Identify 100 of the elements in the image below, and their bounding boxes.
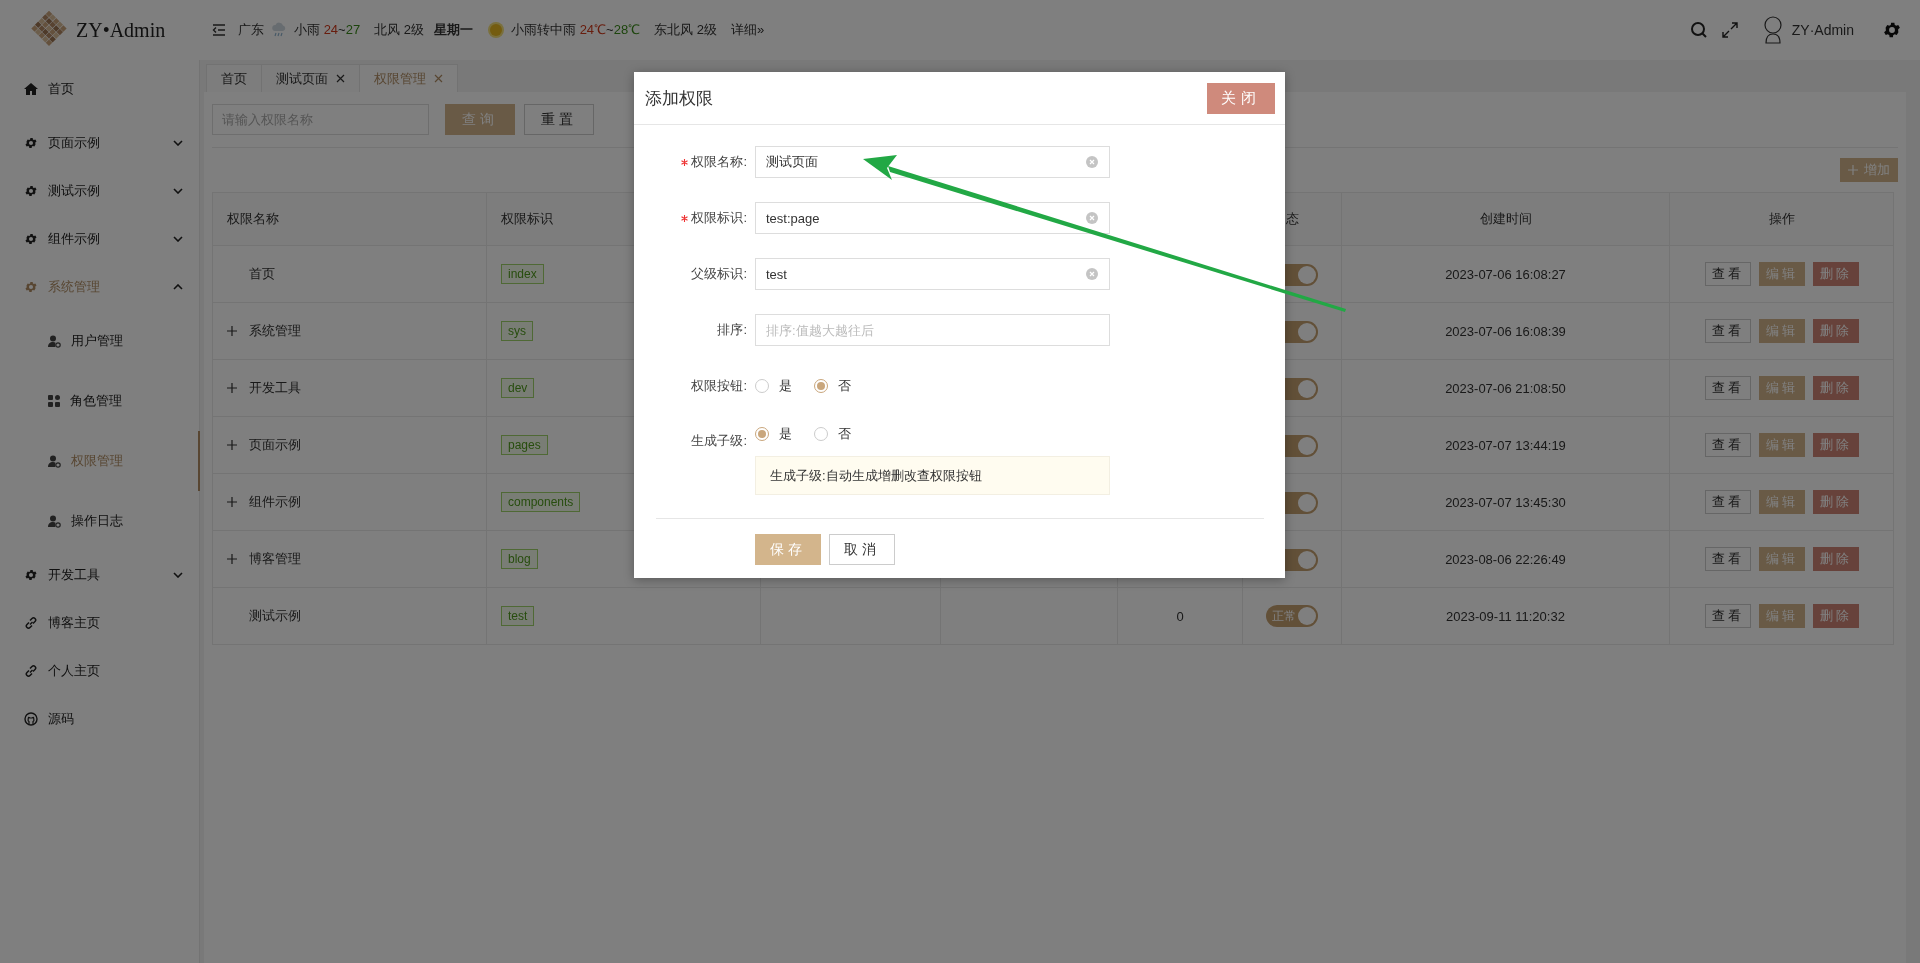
permission-name: 首页 xyxy=(249,265,275,283)
sidebar-item[interactable]: 页面示例 xyxy=(0,119,199,167)
column-header: 创建时间 xyxy=(1479,211,1532,226)
tab[interactable]: 首页 xyxy=(206,64,261,92)
sidebar-item[interactable]: 开发工具 xyxy=(0,551,199,599)
view-button[interactable]: 查看 xyxy=(1704,433,1751,457)
delete-button[interactable]: 删除 xyxy=(1812,433,1859,457)
close-button[interactable]: 关闭 xyxy=(1207,82,1275,114)
close-icon[interactable] xyxy=(336,74,345,83)
field-label: 排序: xyxy=(717,321,747,339)
sidebar-item[interactable]: 操作日志 xyxy=(0,491,199,551)
weather-forecast: 小雨 24~27 xyxy=(294,21,361,39)
delete-button[interactable]: 删除 xyxy=(1812,490,1859,514)
rain-cloud-icon xyxy=(270,21,288,39)
city-text: 广东 xyxy=(238,21,264,39)
settings-icon[interactable] xyxy=(1882,20,1902,40)
field-label: 权限标识: xyxy=(691,209,747,227)
link-icon xyxy=(24,616,38,630)
permission-name: 组件示例 xyxy=(249,493,301,511)
expand-icon[interactable] xyxy=(227,497,237,507)
view-button[interactable]: 查看 xyxy=(1704,376,1751,400)
permission-key-tag: dev xyxy=(501,378,535,398)
grid-icon xyxy=(48,395,60,407)
view-button[interactable]: 查看 xyxy=(1704,547,1751,571)
permission-key-tag: pages xyxy=(501,435,548,455)
sidebar-item[interactable]: 组件示例 xyxy=(0,215,199,263)
sidebar-item[interactable]: 源码 xyxy=(0,695,199,743)
radio-label[interactable]: 否 xyxy=(838,377,851,395)
created-time: 2023-07-07 13:44:19 xyxy=(1445,437,1566,453)
user-icon xyxy=(48,334,61,348)
tab[interactable]: 权限管理 xyxy=(359,64,458,92)
user-name[interactable]: ZY·Admin xyxy=(1791,22,1854,38)
sun-icon xyxy=(487,21,505,39)
weather-forecast: 小雨转中雨 24℃~28℃ xyxy=(511,21,641,39)
delete-button[interactable]: 删除 xyxy=(1812,319,1859,343)
close-icon[interactable] xyxy=(434,74,443,83)
column-header: 权限名称 xyxy=(227,211,279,226)
view-button[interactable]: 查看 xyxy=(1704,262,1751,286)
expand-icon[interactable] xyxy=(227,326,237,336)
gear-icon xyxy=(24,136,38,150)
created-time: 2023-08-06 22:26:49 xyxy=(1445,551,1566,567)
permission-name: 页面示例 xyxy=(249,436,301,454)
radio-label[interactable]: 是 xyxy=(779,377,792,395)
sidebar-item[interactable]: 测试示例 xyxy=(0,167,199,215)
sidebar-item[interactable]: 个人主页 xyxy=(0,647,199,695)
text-field[interactable]: 测试页面 xyxy=(755,146,1110,178)
column-header: 权限标识 xyxy=(501,211,553,226)
view-button[interactable]: 查看 xyxy=(1704,604,1751,628)
expand-icon[interactable] xyxy=(227,383,237,393)
radio-label[interactable]: 是 xyxy=(779,425,792,443)
gear-icon xyxy=(24,232,38,246)
sidebar-item[interactable]: 用户管理 xyxy=(0,311,199,371)
sidebar-item[interactable]: 系统管理 xyxy=(0,263,199,311)
sidebar-item[interactable]: 角色管理 xyxy=(0,371,199,431)
reset-button[interactable]: 重置 xyxy=(524,104,594,135)
text-field[interactable]: test:page xyxy=(755,202,1110,234)
column-header: 操作 xyxy=(1768,211,1795,226)
column-header: 态 xyxy=(1285,211,1299,226)
home-icon xyxy=(24,83,38,95)
field-label: 生成子级: xyxy=(691,432,747,450)
sidebar-item[interactable]: 首页 xyxy=(0,65,199,113)
delete-button[interactable]: 删除 xyxy=(1812,376,1859,400)
text-field[interactable]: test xyxy=(755,258,1110,290)
wind-text: 东北风 2级 xyxy=(654,21,717,39)
view-button[interactable]: 查看 xyxy=(1704,490,1751,514)
field-label: 权限名称: xyxy=(691,153,747,171)
table-cell: 0 xyxy=(1176,608,1184,624)
radio-label[interactable]: 否 xyxy=(838,425,851,443)
tab[interactable]: 测试页面 xyxy=(261,64,359,92)
permission-key-tag: blog xyxy=(501,549,538,569)
hint-box: 生成子级:自动生成增删改查权限按钮 xyxy=(755,456,1110,495)
view-button[interactable]: 查看 xyxy=(1704,319,1751,343)
delete-button[interactable]: 删除 xyxy=(1812,547,1859,571)
logo-text: ZY•Admin xyxy=(76,18,166,42)
field-label: 权限按钮: xyxy=(691,377,747,395)
plus-icon xyxy=(1848,165,1858,175)
created-time: 2023-07-06 16:08:39 xyxy=(1445,323,1566,339)
text-field[interactable]: 排序:值越大越往后 xyxy=(755,314,1110,346)
sidebar-item[interactable]: 博客主页 xyxy=(0,599,199,647)
gear-icon xyxy=(24,184,38,198)
wind-text: 北风 2级 xyxy=(374,21,424,39)
expand-icon[interactable] xyxy=(227,554,237,564)
dialog-title: 添加权限 xyxy=(645,87,713,110)
delete-button[interactable]: 删除 xyxy=(1812,262,1859,286)
created-time: 2023-07-06 16:08:27 xyxy=(1445,266,1566,282)
details-link[interactable]: 详细» xyxy=(731,21,765,39)
user-icon xyxy=(48,514,61,528)
delete-button[interactable]: 删除 xyxy=(1812,604,1859,628)
user-icon xyxy=(48,454,61,468)
search-icon[interactable] xyxy=(1689,21,1708,39)
expand-icon[interactable] xyxy=(227,440,237,450)
created-time: 2023-07-07 13:45:30 xyxy=(1445,494,1566,510)
menu-fold-icon[interactable] xyxy=(212,24,226,36)
fullscreen-icon[interactable] xyxy=(1721,22,1738,38)
logo-icon xyxy=(30,11,68,49)
cancel-button[interactable]: 取消 xyxy=(829,534,895,565)
permission-name: 博客管理 xyxy=(249,550,301,568)
gear-icon xyxy=(24,568,38,582)
permission-key-tag: components xyxy=(501,492,581,512)
permission-key-tag: sys xyxy=(501,321,533,341)
